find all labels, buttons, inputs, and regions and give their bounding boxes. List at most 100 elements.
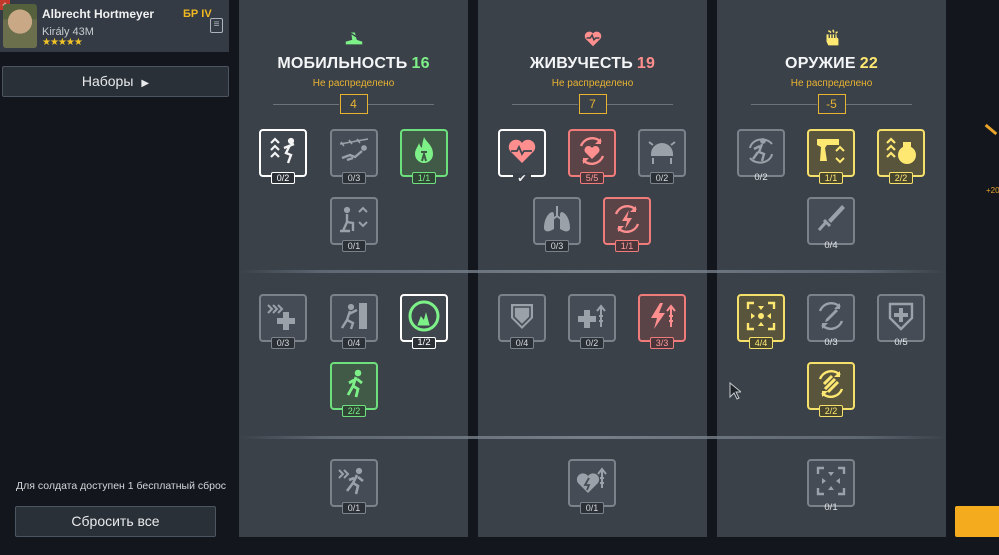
sets-button[interactable]: Наборы ▶ (2, 66, 229, 97)
crouch-icon (340, 206, 368, 233)
perk-energy-cycle[interactable]: 1/1 (603, 197, 651, 252)
perk-count: 0/4 (342, 337, 366, 349)
pistol-icon (817, 139, 845, 164)
energy-cycle-icon (614, 205, 640, 233)
perk-count: 0/3 (824, 337, 838, 348)
perk-vault[interactable]: 0/2 (259, 129, 307, 184)
perk-heal-up[interactable]: 0/2 (568, 294, 616, 349)
run-icon (346, 369, 363, 398)
boot-icon (345, 30, 362, 45)
perk-run[interactable]: 2/2 (330, 362, 378, 417)
perk-armor[interactable]: 0/5 (877, 294, 925, 348)
points-counter: 7 (578, 94, 607, 114)
climb-icon (340, 303, 367, 330)
column-title-text: ОРУЖИЕ (785, 55, 856, 72)
bolt-up-icon (651, 303, 676, 329)
perk-heart-up[interactable]: 0/1 (568, 459, 616, 514)
perk-medic-arrows[interactable]: 0/3 (259, 294, 307, 349)
perk-count: 0/1 (824, 502, 838, 513)
divider-line (368, 104, 434, 105)
aim-icon (816, 466, 846, 496)
points-row: 4 (239, 94, 468, 114)
perk-count: 1/1 (412, 172, 436, 184)
perk-count: 0/4 (510, 337, 534, 349)
knife-icon (817, 205, 845, 231)
divider-line (846, 104, 912, 105)
perk-crouch[interactable]: 0/1 (330, 197, 378, 252)
soldier-card[interactable]: + Albrecht Hortmeyer БР IV Király 43M ★★… (0, 0, 229, 52)
column-mobility: МОБИЛЬНОСТЬ 16 Не распределено 4 (239, 0, 468, 537)
perk-count: 0/2 (271, 172, 295, 184)
perk-flame[interactable]: 1/1 (400, 129, 448, 184)
perk-heartbeat[interactable]: ✔ (498, 129, 546, 185)
perk-count: 1/2 (412, 337, 436, 349)
unassigned-label: Не распределено (312, 78, 395, 89)
swap-icon (749, 138, 773, 164)
perk-climb[interactable]: 0/4 (330, 294, 378, 349)
perk-count: 2/2 (819, 405, 843, 417)
confirm-button[interactable] (955, 506, 999, 537)
perk-count: 0/4 (824, 240, 838, 251)
perk-focus[interactable]: 4/4 (737, 294, 785, 349)
perk-grenade[interactable]: 2/2 (877, 129, 925, 184)
soldier-menu-icon[interactable]: ≡ (210, 18, 223, 33)
column-title: МОБИЛЬНОСТЬ 16 (239, 55, 468, 73)
points-row: 7 (478, 94, 707, 114)
perk-swap[interactable]: 0/2 (737, 129, 785, 183)
perk-count: 5/5 (580, 172, 604, 184)
perk-count: 3/3 (650, 337, 674, 349)
perk-count: 0/3 (545, 240, 569, 252)
armor-icon (888, 302, 914, 331)
play-arrow-icon: ▶ (141, 78, 150, 89)
perk-grass[interactable]: 1/2 (400, 294, 448, 349)
edge-indicator (984, 123, 998, 136)
sets-button-label: Наборы (81, 73, 134, 89)
mouse-cursor-icon (729, 382, 741, 400)
sprint-icon (338, 467, 364, 495)
perk-count: 0/1 (342, 240, 366, 252)
heart-up-icon (576, 467, 607, 493)
tier-divider (239, 436, 946, 439)
crawl-icon (339, 138, 369, 162)
perk-ammo[interactable]: 2/2 (807, 362, 855, 417)
column-weapons: ОРУЖИЕ 22 Не распределено -5 (717, 0, 946, 537)
heartbeat-icon (508, 139, 536, 163)
points-counter: 4 (339, 94, 368, 114)
perk-sprint[interactable]: 0/1 (330, 459, 378, 514)
soldier-name: Albrecht Hortmeyer (42, 7, 155, 21)
divider-line (607, 104, 673, 105)
ammo-icon (818, 370, 844, 398)
perk-reload[interactable]: 0/3 (807, 294, 855, 348)
column-title-value: 16 (411, 55, 430, 72)
points-row: -5 (717, 94, 946, 114)
perk-lungs[interactable]: 0/3 (533, 197, 581, 252)
helmet-icon (648, 141, 676, 164)
tier-divider (239, 270, 946, 273)
perk-count: 2/2 (342, 405, 366, 417)
unassigned-label: Не распределено (790, 78, 873, 89)
check-icon: ✔ (513, 173, 531, 185)
perk-knife[interactable]: 0/4 (807, 197, 855, 251)
reset-all-button[interactable]: Сбросить все (15, 506, 216, 537)
heal-cycle-icon (579, 137, 605, 165)
perk-heal-cycle[interactable]: 5/5 (568, 129, 616, 184)
divider-line (512, 104, 578, 105)
points-counter: -5 (817, 94, 846, 114)
perk-crawl[interactable]: 0/3 (330, 129, 378, 184)
medic-arrows-icon (267, 304, 295, 330)
column-title: ЖИВУЧЕСТЬ 19 (478, 55, 707, 73)
perk-count: 0/3 (271, 337, 295, 349)
flame-icon (415, 137, 433, 163)
perk-pistol[interactable]: 1/1 (807, 129, 855, 184)
soldier-rank: БР IV (183, 8, 212, 20)
perk-shield[interactable]: 0/4 (498, 294, 546, 349)
grenade-icon (886, 137, 916, 164)
perk-bolt-up[interactable]: 3/3 (638, 294, 686, 349)
perk-count: 0/2 (580, 337, 604, 349)
column-title: ОРУЖИЕ 22 (717, 55, 946, 73)
perk-count: 0/5 (894, 337, 908, 348)
divider-line (273, 104, 339, 105)
focus-icon (746, 301, 776, 331)
perk-helmet[interactable]: 0/2 (638, 129, 686, 184)
perk-aim[interactable]: 0/1 (807, 459, 855, 513)
